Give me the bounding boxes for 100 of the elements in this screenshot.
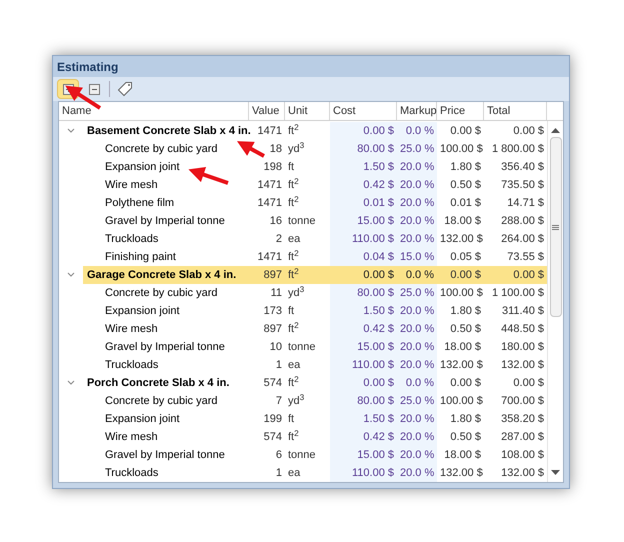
- price-cell: 100.00 $: [440, 287, 483, 299]
- group-row-highlight[interactable]: Porch Concrete Slab x 4 in. 574 ft$^{2}$ 0.00 $ 0.0 % 0.00 $ 0.00 $: [83, 374, 547, 392]
- cost-cell: 0.00 $: [363, 125, 394, 137]
- column-header[interactable]: Price: [437, 102, 484, 120]
- item-name: Wire mesh: [105, 179, 158, 191]
- markup-cell: 20.0 %: [400, 359, 434, 371]
- unit-cell: yd$^{3}$: [288, 287, 304, 299]
- scrollbar[interactable]: [547, 121, 563, 482]
- window-title: Estimating: [57, 58, 118, 76]
- unit-cell: ft$^{2}$: [288, 377, 299, 389]
- item-name: Concrete by cubic yard: [105, 395, 218, 407]
- cost-cell: 15.00 $: [357, 449, 394, 461]
- unit-cell: tonne: [288, 341, 316, 353]
- price-cell: 0.50 $: [450, 323, 481, 335]
- price-cell: 0.00 $: [450, 377, 481, 389]
- value-cell: 10: [270, 341, 282, 353]
- total-cell: 1 800.00 $: [492, 143, 544, 155]
- unit-cell: ft: [288, 161, 294, 173]
- price-cell: 132.00 $: [440, 233, 483, 245]
- item-name: Wire mesh: [105, 323, 158, 335]
- price-tag-icon: [117, 81, 133, 97]
- total-cell: 108.00 $: [501, 449, 544, 461]
- column-header[interactable]: Value: [249, 102, 285, 120]
- unit-cell: tonne: [288, 449, 316, 461]
- value-cell: 1471: [258, 197, 282, 209]
- column-header[interactable]: Markup: [397, 102, 437, 120]
- value-cell: 897: [264, 323, 282, 335]
- unit-cell: ft: [288, 413, 294, 425]
- value-cell: 1: [276, 359, 282, 371]
- chevron-down-icon[interactable]: [67, 128, 75, 134]
- total-cell: 356.40 $: [501, 161, 544, 173]
- value-cell: 2: [276, 233, 282, 245]
- item-name: Concrete by cubic yard: [105, 287, 218, 299]
- item-name: Gravel by Imperial tonne: [105, 341, 225, 353]
- markup-cell: 25.0 %: [400, 395, 434, 407]
- markup-cell: 20.0 %: [400, 467, 434, 479]
- group-name: Porch Concrete Slab x 4 in.: [87, 377, 230, 389]
- markup-cell: 20.0 %: [400, 233, 434, 245]
- scroll-up-icon[interactable]: [551, 127, 560, 133]
- price-cell: 18.00 $: [444, 341, 481, 353]
- price-cell: 0.00 $: [450, 269, 481, 281]
- price-cell: 0.05 $: [450, 251, 481, 263]
- total-cell: 288.00 $: [501, 215, 544, 227]
- unit-cell: ea: [288, 359, 300, 371]
- cost-cell: 0.01 $: [363, 197, 394, 209]
- total-cell: 448.50 $: [501, 323, 544, 335]
- markup-cell: 20.0 %: [400, 413, 434, 425]
- chevron-down-icon[interactable]: [67, 380, 75, 386]
- value-cell: 574: [264, 431, 282, 443]
- group-row-highlight[interactable]: Basement Concrete Slab x 4 in. 1471 ft$^{2}$ 0.00 $ 0.0 % 0.00 $ 0.00 $: [83, 122, 547, 140]
- group-row-highlight[interactable]: Garage Concrete Slab x 4 in. 897 ft$^{2}$ 0.00 $ 0.0 % 0.00 $ 0.00 $: [83, 266, 547, 284]
- column-header[interactable]: Total: [484, 102, 547, 120]
- annotation-arrow: [237, 141, 265, 158]
- price-cell: 1.80 $: [450, 305, 481, 317]
- total-cell: 132.00 $: [501, 359, 544, 371]
- item-name: Truckloads: [105, 233, 158, 245]
- markup-cell: 20.0 %: [400, 305, 434, 317]
- total-cell: 735.50 $: [501, 179, 544, 191]
- markup-cell: 20.0 %: [400, 341, 434, 353]
- total-cell: 132.00 $: [501, 467, 544, 479]
- price-cell: 0.50 $: [450, 179, 481, 191]
- total-cell: 73.55 $: [507, 251, 544, 263]
- item-name: Expansion joint: [105, 161, 180, 173]
- price-cell: 132.00 $: [440, 467, 483, 479]
- scroll-down-icon[interactable]: [551, 470, 560, 476]
- chevron-down-icon[interactable]: [67, 272, 75, 278]
- unit-cell: ft$^{2}$: [288, 197, 299, 209]
- cost-cell: 0.00 $: [363, 377, 394, 389]
- scroll-thumb[interactable]: [550, 137, 562, 317]
- column-header[interactable]: Unit: [285, 102, 330, 120]
- price-cell: 0.01 $: [450, 197, 481, 209]
- item-name: Finishing paint: [105, 251, 176, 263]
- markup-cell: 20.0 %: [400, 197, 434, 209]
- cost-cell: 0.42 $: [363, 431, 394, 443]
- markup-cell: 0.0 %: [406, 377, 434, 389]
- item-name: Gravel by Imperial tonne: [105, 215, 225, 227]
- markup-cell: 0.0 %: [406, 125, 434, 137]
- price-cell: 0.50 $: [450, 431, 481, 443]
- group-name: Basement Concrete Slab x 4 in.: [87, 125, 251, 137]
- cost-cell: 0.00 $: [363, 269, 394, 281]
- column-header[interactable]: Cost: [330, 102, 397, 120]
- markup-cell: 15.0 %: [400, 251, 434, 263]
- unit-cell: ft: [288, 305, 294, 317]
- value-cell: 199: [264, 413, 282, 425]
- total-cell: 14.71 $: [507, 197, 544, 209]
- markup-cell: 25.0 %: [400, 143, 434, 155]
- column-header[interactable]: Name: [59, 102, 249, 120]
- total-cell: 0.00 $: [513, 269, 544, 281]
- markup-cell: 20.0 %: [400, 179, 434, 191]
- value-cell: 1471: [258, 125, 282, 137]
- value-cell: 7: [276, 395, 282, 407]
- markup-cell: 0.0 %: [406, 269, 434, 281]
- value-cell: 574: [264, 377, 282, 389]
- item-name: Truckloads: [105, 467, 158, 479]
- cost-cell: 110.00 $: [352, 359, 394, 371]
- cost-cell: 15.00 $: [357, 215, 394, 227]
- cost-cell: 80.00 $: [357, 287, 394, 299]
- value-cell: 11: [270, 287, 282, 299]
- item-name: Gravel by Imperial tonne: [105, 449, 225, 461]
- unit-cell: ea: [288, 467, 300, 479]
